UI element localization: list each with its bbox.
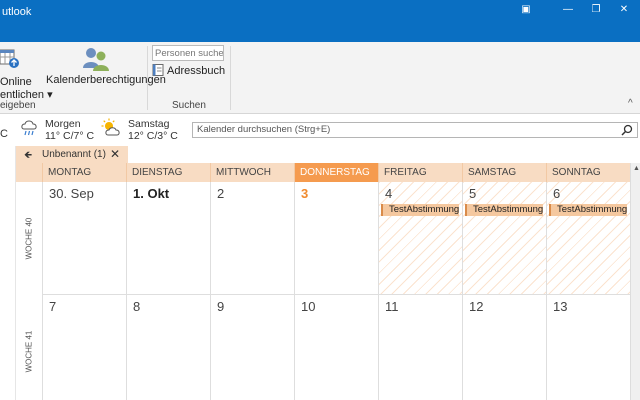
- day-header-donnerstag: DONNERSTAG: [294, 163, 378, 182]
- search-icon[interactable]: [621, 124, 633, 136]
- week-number-label: WOCHE 41: [16, 295, 42, 400]
- calendar-search-placeholder: Kalender durchsuchen (Strg+E): [197, 124, 331, 135]
- search-people-input[interactable]: [152, 45, 224, 61]
- day-number: 12: [469, 299, 484, 314]
- rain-cloud-icon: [21, 120, 37, 136]
- calendar-permissions-button[interactable]: Kalenderberechtigungen: [44, 46, 166, 96]
- addressbook-button[interactable]: Adressbuch: [152, 64, 225, 80]
- calendar-day-cell[interactable]: 8: [126, 295, 210, 400]
- calendar-day-cell[interactable]: 4 TestAbstimmung: [378, 182, 462, 295]
- day-number: 9: [217, 299, 225, 314]
- week-number-label: WOCHE 40: [16, 182, 42, 295]
- close-button[interactable]: ✕: [614, 3, 634, 17]
- ribbon-divider: [230, 46, 231, 110]
- scroll-up-icon[interactable]: ▲: [633, 165, 640, 172]
- calendar-day-cell[interactable]: 30. Sep: [42, 182, 126, 295]
- collapse-ribbon-icon[interactable]: ^: [628, 98, 633, 109]
- ribbon-divider: [147, 46, 148, 110]
- day-number: 6: [553, 186, 561, 201]
- day-number: 11: [385, 299, 399, 314]
- addressbook-icon: [152, 64, 164, 76]
- day-number: 1. Okt: [133, 186, 170, 201]
- weather-saturday-day: Samstag: [128, 118, 170, 130]
- day-header-montag: MONTAG: [42, 163, 126, 182]
- month-calendar-grid: MONTAG DIENSTAG MITTWOCH DONNERSTAG FREITAG S…: [16, 163, 630, 400]
- day-header-sonntag: SONNTAG: [546, 163, 630, 182]
- sun-cloud-icon: [101, 118, 120, 136]
- touch-mode-icon[interactable]: ▣: [516, 3, 536, 17]
- calendar-search-input[interactable]: Kalender durchsuchen (Strg+E): [192, 122, 638, 138]
- calendar-publish-icon: [0, 49, 19, 68]
- weather-tomorrow-temp: 11° C/7° C: [45, 130, 95, 142]
- day-number: 7: [49, 299, 57, 314]
- title-bar: utlook ▣ — ❐ ✕: [0, 0, 640, 42]
- day-number: 30. Sep: [49, 186, 94, 201]
- week-number-text: WOCHE 41: [24, 330, 34, 373]
- close-tab-icon[interactable]: ✕: [110, 147, 120, 161]
- appointment-item[interactable]: TestAbstimmung: [381, 204, 459, 216]
- week-number-text: WOCHE 40: [24, 217, 34, 260]
- window-title: utlook: [2, 6, 32, 18]
- calendar-day-cell[interactable]: 5 TestAbstimmung: [462, 182, 546, 295]
- day-number: 4: [385, 186, 393, 201]
- search-group-label: Suchen: [172, 100, 206, 111]
- day-number: 10: [301, 299, 316, 314]
- calendar-day-cell[interactable]: 3: [294, 182, 378, 295]
- day-header-dienstag: DIENSTAG: [126, 163, 210, 182]
- weather-tomorrow-day: Morgen: [45, 118, 81, 130]
- calendar-day-cell[interactable]: 11: [378, 295, 462, 400]
- day-header-samstag: SAMSTAG: [462, 163, 546, 182]
- day-header-row: MONTAG DIENSTAG MITTWOCH DONNERSTAG FREITAG S…: [16, 163, 630, 182]
- appointment-item[interactable]: TestAbstimmung: [549, 204, 627, 216]
- ribbon: Online entlichen ▾ Kalenderberechtigunge…: [0, 42, 640, 114]
- calendar-tab-label: Unbenannt (1): [42, 149, 106, 160]
- weather-saturday-temp: 12° C/3° C: [128, 130, 178, 142]
- share-group-label: eigeben: [0, 100, 36, 111]
- day-number: 8: [133, 299, 141, 314]
- day-number: 5: [469, 186, 477, 201]
- minimize-button[interactable]: —: [558, 3, 578, 17]
- day-header-mittwoch: MITTWOCH: [210, 163, 294, 182]
- calendar-day-cell[interactable]: 9: [210, 295, 294, 400]
- appointment-item[interactable]: TestAbstimmung: [465, 204, 543, 216]
- calendar-tab-strip: 🡸 Unbenannt (1) ✕: [16, 146, 630, 163]
- publish-label-line1: Online: [0, 76, 32, 88]
- vertical-scrollbar[interactable]: ▲: [630, 163, 640, 400]
- weather-tomorrow: Morgen 11° C/7° C: [45, 118, 94, 142]
- current-temperature: C: [0, 128, 8, 140]
- day-header-freitag: FREITAG: [378, 163, 462, 182]
- calendar-day-cell[interactable]: 6 TestAbstimmung: [546, 182, 630, 295]
- calendar-day-cell[interactable]: 1. Okt: [126, 182, 210, 295]
- calendar-day-cell[interactable]: 2: [210, 182, 294, 295]
- day-number: 13: [553, 299, 568, 314]
- day-number: 2: [217, 186, 225, 201]
- weather-bar: C Morgen 11° C/7° C Samstag 12° C/3° C K…: [0, 114, 640, 146]
- calendar-day-cell[interactable]: 7: [42, 295, 126, 400]
- left-edge-panel: [0, 146, 16, 400]
- day-number: 3: [301, 186, 309, 201]
- calendar-day-cell[interactable]: 13: [546, 295, 630, 400]
- addressbook-label: Adressbuch: [167, 65, 226, 77]
- calendar-day-cell[interactable]: 10: [294, 295, 378, 400]
- people-icon: [83, 48, 109, 71]
- calendar-day-cell[interactable]: 12: [462, 295, 546, 400]
- weather-saturday: Samstag 12° C/3° C: [128, 118, 178, 142]
- restore-button[interactable]: ❐: [586, 3, 606, 17]
- calendar-tab[interactable]: 🡸 Unbenannt (1) ✕: [16, 146, 128, 163]
